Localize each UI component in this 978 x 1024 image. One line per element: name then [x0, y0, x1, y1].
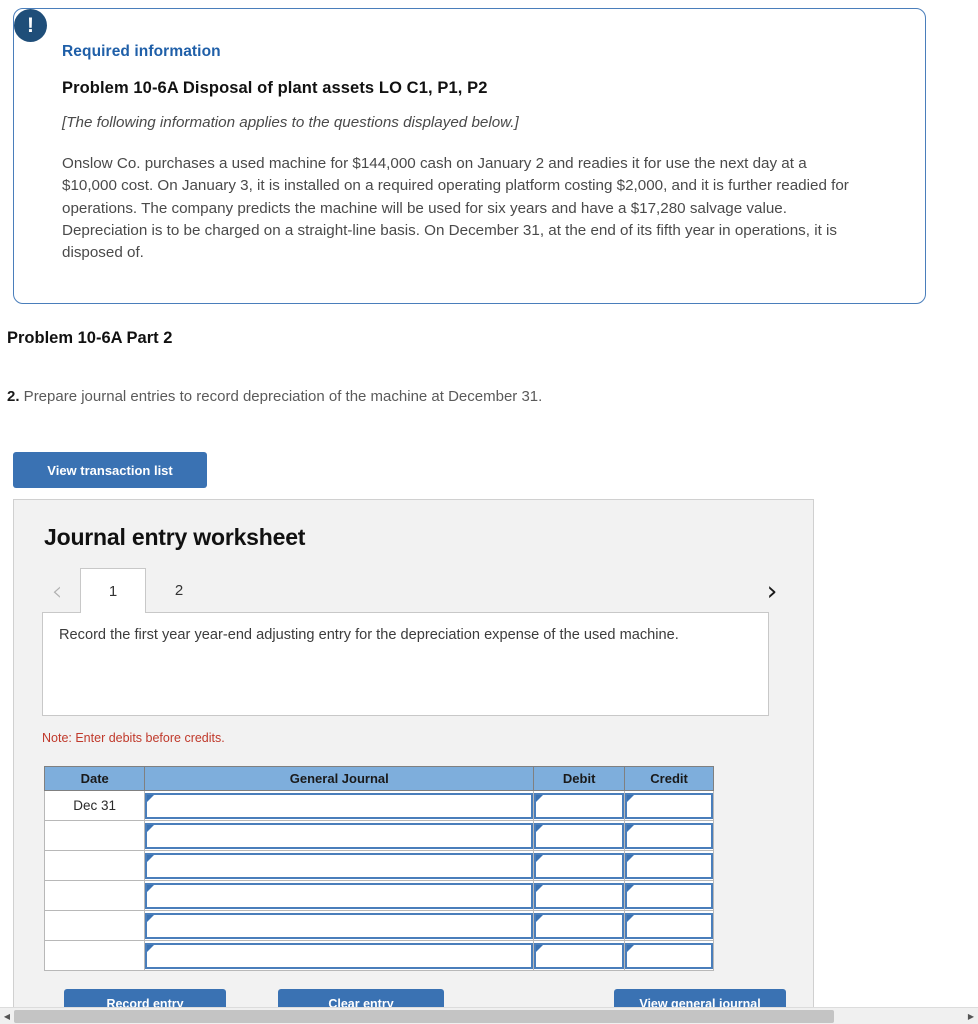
- cell-general-journal[interactable]: [144, 910, 535, 941]
- cell-general-journal[interactable]: [144, 790, 535, 821]
- page-root: ! Required information Problem 10-6A Dis…: [0, 0, 978, 1024]
- exclamation-icon: !: [14, 9, 47, 42]
- cell-general-journal[interactable]: [144, 940, 535, 971]
- general-journal-input[interactable]: [145, 942, 534, 969]
- journal-entry-table: Date General Journal Debit Credit Dec 31: [43, 766, 714, 971]
- required-information-content: Required information Problem 10-6A Dispo…: [14, 9, 925, 265]
- cell-debit[interactable]: [533, 790, 626, 821]
- debit-input[interactable]: [534, 912, 625, 939]
- chevron-left-icon[interactable]: ‹: [42, 574, 72, 608]
- question-number: 2.: [7, 388, 20, 405]
- column-header-credit: Credit: [624, 766, 714, 791]
- cell-debit[interactable]: [533, 820, 626, 851]
- cell-date: [43, 820, 146, 851]
- general-journal-input[interactable]: [145, 792, 534, 819]
- debit-input[interactable]: [534, 882, 625, 909]
- cell-date: [43, 880, 146, 911]
- column-header-general-journal: General Journal: [144, 766, 535, 791]
- table-row: [43, 850, 714, 881]
- table-row: [43, 910, 714, 941]
- scroll-right-arrow-icon[interactable]: ▶: [964, 1008, 978, 1024]
- problem-body-text: Onslow Co. purchases a used machine for …: [62, 155, 849, 262]
- cell-credit[interactable]: [624, 940, 714, 971]
- credit-input[interactable]: [625, 942, 713, 969]
- general-journal-input[interactable]: [145, 822, 534, 849]
- general-journal-input[interactable]: [145, 852, 534, 879]
- journal-table-head: Date General Journal Debit Credit: [43, 766, 714, 791]
- tab-1[interactable]: 1: [80, 568, 146, 613]
- tab-2[interactable]: 2: [146, 568, 212, 613]
- debit-input[interactable]: [534, 792, 625, 819]
- part-heading: Problem 10-6A Part 2: [7, 329, 173, 347]
- worksheet-tabs: ‹ 1 2 ›: [42, 568, 787, 613]
- cell-credit[interactable]: [624, 820, 714, 851]
- general-journal-input[interactable]: [145, 912, 534, 939]
- scrollbar-thumb[interactable]: [14, 1010, 834, 1023]
- cell-credit[interactable]: [624, 910, 714, 941]
- table-row: [43, 880, 714, 911]
- general-journal-input[interactable]: [145, 882, 534, 909]
- credit-input[interactable]: [625, 852, 713, 879]
- cell-date: [43, 850, 146, 881]
- debit-input[interactable]: [534, 852, 625, 879]
- required-information-label: Required information: [62, 43, 221, 60]
- worksheet-title: Journal entry worksheet: [44, 524, 306, 550]
- credit-input[interactable]: [625, 822, 713, 849]
- cell-credit[interactable]: [624, 880, 714, 911]
- cell-debit[interactable]: [533, 910, 626, 941]
- required-information-box: ! Required information Problem 10-6A Dis…: [13, 8, 926, 304]
- cell-date: [43, 940, 146, 971]
- cell-general-journal[interactable]: [144, 880, 535, 911]
- table-row: [43, 940, 714, 971]
- problem-title: Problem 10-6A Disposal of plant assets L…: [62, 79, 488, 97]
- cell-credit[interactable]: [624, 850, 714, 881]
- cell-general-journal[interactable]: [144, 850, 535, 881]
- journal-table-body: Dec 31: [43, 790, 714, 971]
- cell-debit[interactable]: [533, 880, 626, 911]
- table-row: Dec 31: [43, 790, 714, 821]
- debits-before-credits-note: Note: Enter debits before credits.: [42, 731, 225, 745]
- table-row: [43, 820, 714, 851]
- cell-date: Dec 31: [43, 790, 146, 821]
- debit-input[interactable]: [534, 822, 625, 849]
- cell-credit[interactable]: [624, 790, 714, 821]
- cell-date: [43, 910, 146, 941]
- credit-input[interactable]: [625, 882, 713, 909]
- chevron-right-icon[interactable]: ›: [757, 574, 787, 608]
- column-header-debit: Debit: [533, 766, 626, 791]
- horizontal-scrollbar[interactable]: ◀ ▶: [0, 1007, 978, 1024]
- cell-debit[interactable]: [533, 940, 626, 971]
- journal-table-header-row: Date General Journal Debit Credit: [43, 766, 714, 791]
- debit-input[interactable]: [534, 942, 625, 969]
- column-header-date: Date: [43, 766, 146, 791]
- view-transaction-list-button[interactable]: View transaction list: [13, 452, 207, 488]
- cell-debit[interactable]: [533, 850, 626, 881]
- scroll-left-arrow-icon[interactable]: ◀: [0, 1008, 14, 1024]
- question-body: Prepare journal entries to record deprec…: [19, 388, 543, 405]
- credit-input[interactable]: [625, 792, 713, 819]
- credit-input[interactable]: [625, 912, 713, 939]
- cell-general-journal[interactable]: [144, 820, 535, 851]
- question-text: 2. Prepare journal entries to record dep…: [7, 388, 542, 405]
- journal-entry-worksheet-panel: Journal entry worksheet ‹ 1 2 › Record t…: [13, 499, 814, 1013]
- worksheet-instruction: Record the first year year-end adjusting…: [42, 612, 769, 716]
- applies-note: [The following information applies to th…: [62, 114, 519, 131]
